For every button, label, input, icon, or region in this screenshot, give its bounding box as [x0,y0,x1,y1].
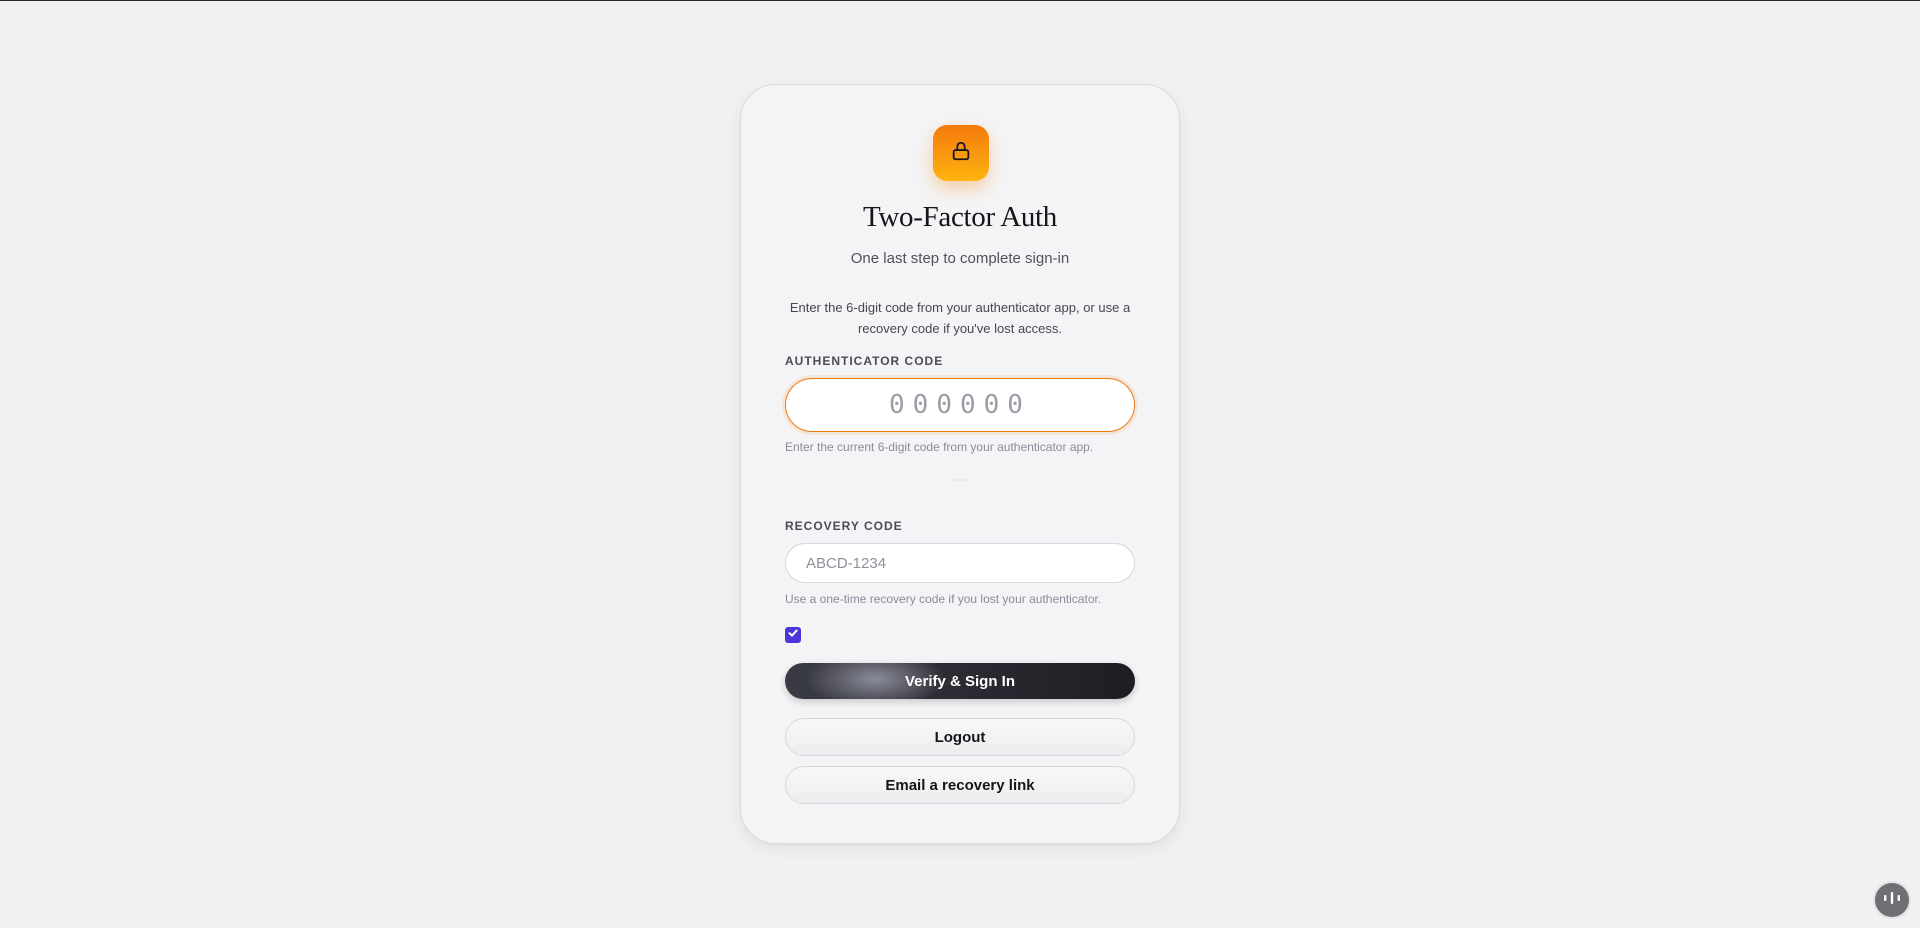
top-border [0,0,1920,1]
floating-action-button[interactable] [1873,881,1911,919]
recovery-code-hint: Use a one-time recovery code if you lost… [785,592,1102,606]
divider [951,479,969,481]
recovery-code-label: RECOVERY CODE [785,519,903,533]
app-logo [933,125,989,181]
page-title: Two-Factor Auth [862,201,1058,233]
email-recovery-link-button[interactable]: Email a recovery link [785,766,1135,804]
logout-button[interactable]: Logout [785,718,1135,756]
instructions-text: Enter the 6-digit code from your authent… [789,300,1131,336]
verify-sign-in-button[interactable]: Verify & Sign In [785,663,1135,699]
authenticator-code-input[interactable] [785,378,1135,432]
two-factor-card: Two-Factor Auth One last step to complet… [740,84,1180,844]
audio-bars-icon [1882,891,1902,910]
remember-device-label[interactable]: Remember this device for 30 days [809,628,1019,643]
lock-icon [950,140,972,167]
authenticator-code-hint: Enter the current 6-digit code from your… [785,440,1094,454]
recovery-code-input[interactable] [785,543,1135,583]
authenticator-code-label: AUTHENTICATOR CODE [785,354,944,368]
remember-device-checkbox[interactable] [785,627,801,643]
page-subtitle: One last step to complete sign-in [850,250,1070,267]
checkmark-icon [787,626,799,644]
